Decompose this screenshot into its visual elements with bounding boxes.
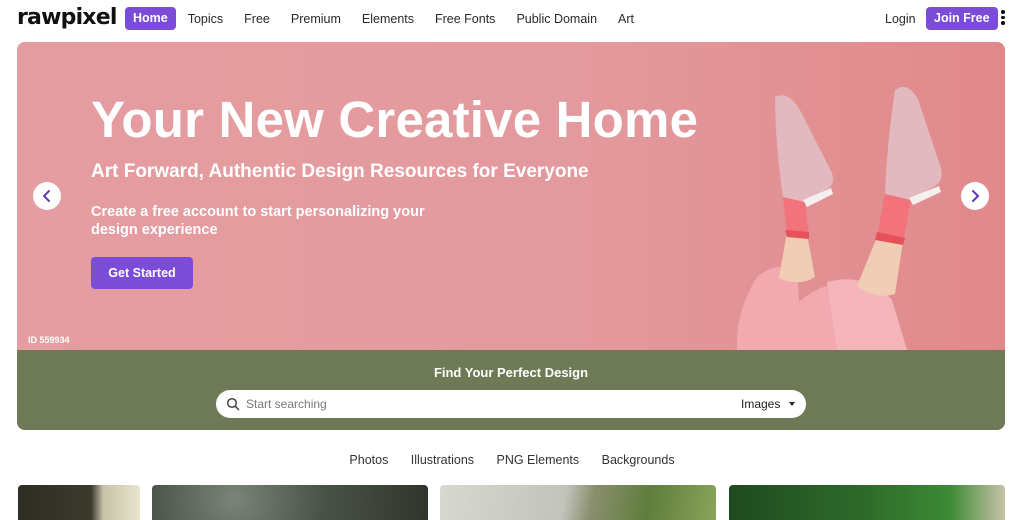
tab-backgrounds[interactable]: Backgrounds <box>602 453 675 467</box>
hero-carousel: Your New Creative Home Art Forward, Auth… <box>17 42 1005 430</box>
nav-public-domain[interactable]: Public Domain <box>516 12 597 26</box>
hero-description: Create a free account to start personali… <box>91 204 425 238</box>
nav-home[interactable]: Home <box>125 7 176 30</box>
legs-sneakers-illustration <box>736 86 942 350</box>
nav-elements[interactable]: Elements <box>362 12 414 26</box>
image-thumbnail[interactable] <box>729 485 1005 520</box>
image-thumbnail[interactable] <box>152 485 428 520</box>
search-icon <box>226 397 240 411</box>
vertical-dots-icon[interactable] <box>998 8 1008 30</box>
hero-subtitle: Art Forward, Authentic Design Resources … <box>91 161 589 182</box>
search-input[interactable] <box>246 394 706 414</box>
nav-free[interactable]: Free <box>244 12 270 26</box>
search-bar: Images <box>216 390 806 418</box>
image-id-label: ID 559934 <box>28 335 70 345</box>
top-navbar: rawpixel Home Topics Free Premium Elemen… <box>0 0 1024 38</box>
hero-title: Your New Creative Home <box>91 91 699 148</box>
nav-free-fonts[interactable]: Free Fonts <box>435 12 495 26</box>
image-grid <box>0 485 1024 520</box>
carousel-next-button[interactable] <box>961 182 989 210</box>
nav-topics[interactable]: Topics <box>188 12 223 26</box>
image-thumbnail[interactable] <box>18 485 140 520</box>
rawpixel-logo[interactable]: rawpixel <box>17 5 117 30</box>
chevron-right-icon <box>972 190 979 202</box>
tab-photos[interactable]: Photos <box>349 453 388 467</box>
image-thumbnail[interactable] <box>440 485 716 520</box>
nav-premium[interactable]: Premium <box>291 12 341 26</box>
search-band: Find Your Perfect Design Images <box>17 350 1005 430</box>
get-started-button[interactable]: Get Started <box>91 257 193 289</box>
tab-png-elements[interactable]: PNG Elements <box>496 453 579 467</box>
login-link[interactable]: Login <box>885 12 916 26</box>
carousel-prev-button[interactable] <box>33 182 61 210</box>
chevron-left-icon <box>43 190 50 202</box>
nav-art[interactable]: Art <box>618 12 634 26</box>
tab-illustrations[interactable]: Illustrations <box>411 453 474 467</box>
caret-down-icon[interactable] <box>789 402 795 406</box>
search-type-select[interactable]: Images <box>741 397 780 411</box>
join-free-button[interactable]: Join Free <box>926 7 998 30</box>
search-heading: Find Your Perfect Design <box>433 365 589 380</box>
main-nav: Home Topics Free Premium Elements Free F… <box>125 7 655 30</box>
category-tabs: Photos Illustrations PNG Elements Backgr… <box>0 451 1024 469</box>
